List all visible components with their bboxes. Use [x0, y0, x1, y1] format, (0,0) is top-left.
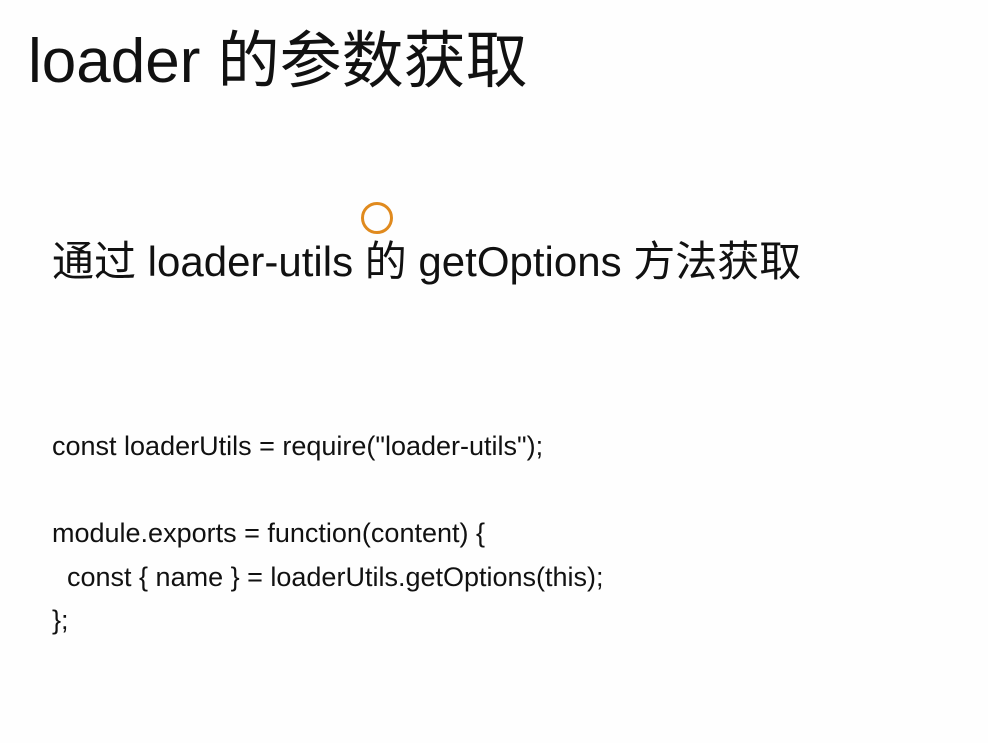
code-line: module.exports = function(content) {	[52, 518, 486, 548]
code-line: const { name } = loaderUtils.getOptions(…	[52, 561, 604, 592]
code-line: };	[52, 605, 69, 635]
code-line: const loaderUtils = require("loader-util…	[52, 431, 544, 461]
slide-subtitle: 通过 loader-utils 的 getOptions 方法获取	[52, 238, 802, 285]
pointer-highlight-icon	[361, 202, 393, 234]
code-block: const loaderUtils = require("loader-util…	[52, 425, 604, 643]
slide-title: loader 的参数获取	[28, 27, 528, 96]
